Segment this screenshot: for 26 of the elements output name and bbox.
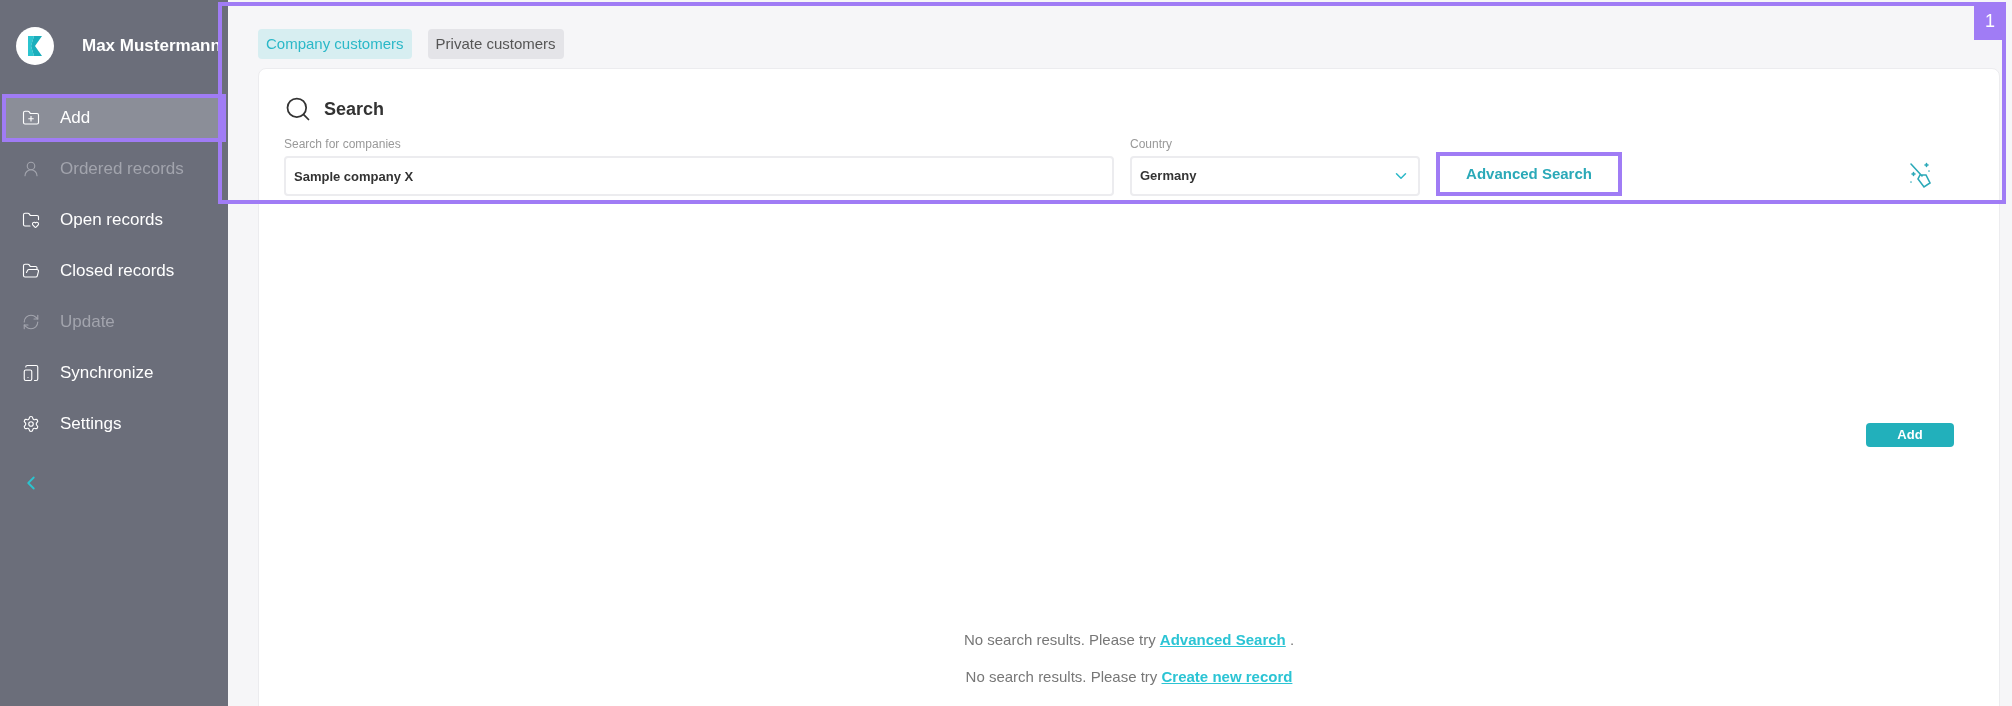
refresh-icon [22,313,40,331]
folder-icon [22,262,40,280]
logo-icon [16,27,54,65]
message-link[interactable]: Create new record [1161,667,1293,685]
add-button[interactable]: Add [1866,423,1954,447]
search-title: Search [324,97,385,121]
country-select[interactable]: Germany [1130,156,1420,196]
no-results-message: No search results. Please try Advanced Search . [963,630,1295,650]
advanced-search-link[interactable]: Advanced Search [1436,152,1622,196]
tab[interactable]: Private customers [427,29,564,59]
search-icon [284,95,312,123]
nav-item[interactable]: Synchronize [6,353,222,393]
message-link[interactable]: Advanced Search [1159,631,1286,648]
settings-icon [22,415,40,433]
field-label: Search for companies [284,136,402,153]
field-label: Country [1130,136,1174,153]
broom-icon[interactable] [1908,162,1934,190]
nav-item[interactable]: Settings [6,404,222,444]
folder-plus-icon [22,109,40,127]
nav-item[interactable]: Open records [6,200,222,240]
user-name: Max Mustermann [82,35,221,58]
person-icon [22,160,40,178]
company-search-field[interactable]: Sample company X [284,156,1114,196]
nav-item[interactable]: Closed records [6,251,222,291]
no-results-message: No search results. Please try Create new record [965,666,1293,687]
tab[interactable]: Company customers [258,29,412,59]
